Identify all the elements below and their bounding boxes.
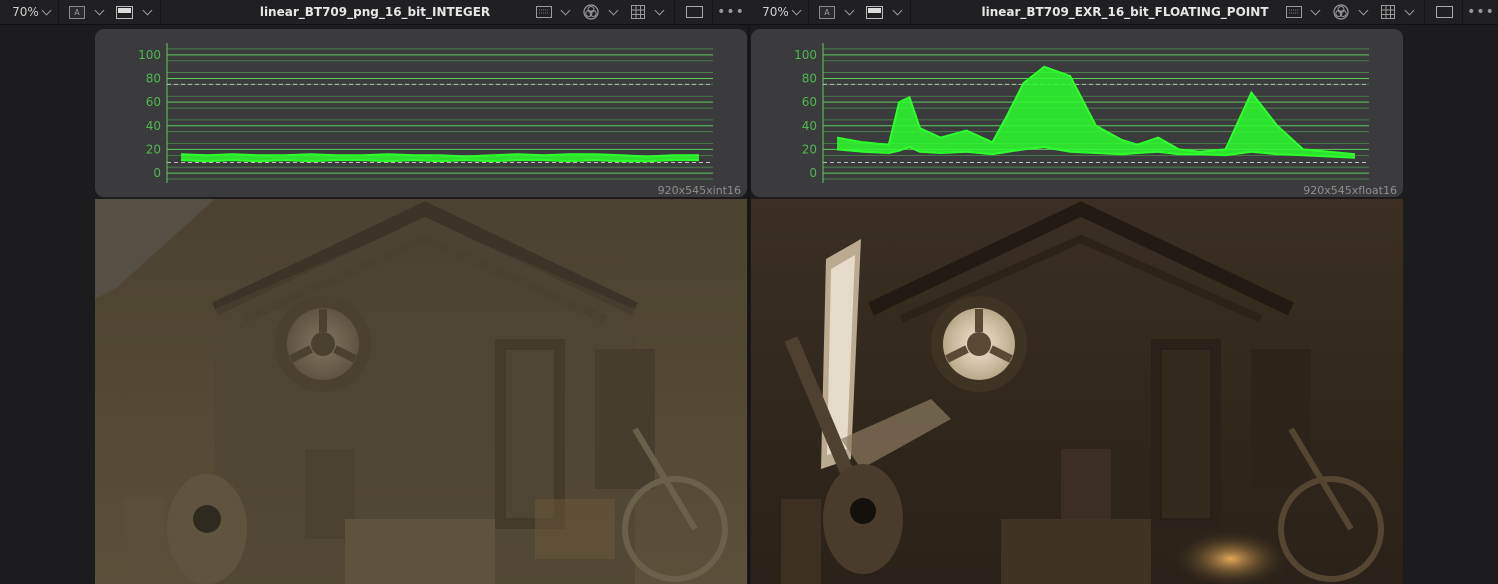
grid-icon [631, 5, 645, 19]
scope-button[interactable] [534, 0, 554, 24]
chevron-down-icon [142, 5, 152, 15]
chevron-down-icon [560, 5, 570, 15]
y-tick-label: 40 [146, 119, 161, 133]
clip-title-text: linear_BT709_png_16_bit_INTEGER [259, 5, 491, 19]
more-options-icon: ••• [1467, 4, 1495, 20]
viewer-mode-button[interactable] [112, 0, 136, 24]
chevron-down-icon [608, 5, 618, 15]
image-viewer-left[interactable] [95, 199, 747, 584]
grid-button[interactable] [1378, 0, 1398, 24]
y-tick-label: 20 [146, 142, 161, 156]
single-view-icon [685, 6, 703, 18]
chevron-down-icon [94, 5, 104, 15]
viewer-toolbar: 70% A linear_BT709_png_16_bit_INTEGER ••… [0, 0, 1498, 25]
color-button[interactable] [1330, 0, 1352, 24]
chevron-down-icon [892, 5, 902, 15]
y-tick-label: 0 [153, 166, 161, 180]
waveform-trace-line [180, 153, 699, 158]
channel-button[interactable]: A [64, 0, 90, 24]
more-options-icon: ••• [717, 4, 745, 20]
channel-label: A [69, 5, 85, 19]
y-tick-label: 100 [138, 48, 161, 62]
viewer-mode-icon [115, 5, 133, 19]
chevron-down-icon [41, 5, 52, 15]
channel-label: A [819, 5, 835, 19]
zoom-value: 70% [12, 5, 39, 19]
y-tick-label: 20 [802, 142, 817, 156]
clip-title-text: linear_BT709_EXR_16_bit_FLOATING_POINT [981, 5, 1269, 19]
color-button[interactable] [580, 0, 602, 24]
waveform-chart: 100 80 60 40 20 0 [138, 43, 713, 183]
scope-dropdown[interactable] [558, 0, 572, 24]
waveform-icon [1286, 6, 1302, 18]
more-options-button[interactable]: ••• [1466, 0, 1496, 24]
chevron-down-icon [654, 5, 664, 15]
grid-button[interactable] [628, 0, 648, 24]
viewer-mode-icon [865, 5, 883, 19]
channel-dropdown[interactable] [92, 0, 106, 24]
single-view-icon [1435, 6, 1453, 18]
grid-icon [1381, 5, 1395, 19]
zoom-value: 70% [762, 5, 789, 19]
resolution-label: 920x545xint16 [657, 184, 741, 197]
chevron-down-icon [1358, 5, 1368, 15]
chevron-down-icon [1310, 5, 1320, 15]
y-tick-label: 60 [146, 95, 161, 109]
waveform-scope-left: 100 80 60 40 20 0 920x545xint16 [95, 29, 747, 197]
chevron-down-icon [844, 5, 854, 15]
color-dropdown[interactable] [1356, 0, 1370, 24]
chevron-down-icon [791, 5, 802, 15]
right-viewer-toolbar: 70% A linear_BT709_EXR_16_bit_FLOATING_P… [750, 0, 1498, 24]
render-image-correct [751, 199, 1403, 584]
color-wheel-icon [583, 4, 599, 20]
waveform-scope-right: 100 80 60 40 20 0 920x545xfloat16 [751, 29, 1403, 197]
clip-title: linear_BT709_png_16_bit_INTEGER [190, 0, 560, 24]
y-tick-label: 0 [809, 166, 817, 180]
y-tick-label: 80 [146, 71, 161, 85]
y-tick-label: 40 [802, 119, 817, 133]
y-tick-label: 80 [802, 71, 817, 85]
scope-button[interactable] [1284, 0, 1304, 24]
waveform-icon [536, 6, 552, 18]
single-view-button[interactable] [1432, 0, 1456, 24]
channel-button[interactable]: A [814, 0, 840, 24]
chevron-down-icon [1404, 5, 1414, 15]
color-dropdown[interactable] [606, 0, 620, 24]
resolution-label: 920x545xfloat16 [1303, 184, 1397, 197]
viewer-mode-dropdown[interactable] [140, 0, 154, 24]
waveform-chart: 100 80 60 40 20 0 [794, 43, 1369, 183]
image-viewer-right[interactable] [751, 199, 1403, 584]
clip-title: linear_BT709_EXR_16_bit_FLOATING_POINT [940, 0, 1310, 24]
channel-dropdown[interactable] [842, 0, 856, 24]
more-options-button[interactable]: ••• [716, 0, 746, 24]
viewer-divider [748, 24, 750, 584]
single-view-button[interactable] [682, 0, 706, 24]
viewer-mode-button[interactable] [862, 0, 886, 24]
render-image-washed [95, 199, 747, 584]
left-viewer-toolbar: 70% A linear_BT709_png_16_bit_INTEGER ••… [0, 0, 748, 24]
scope-dropdown[interactable] [1308, 0, 1322, 24]
grid-dropdown[interactable] [652, 0, 666, 24]
viewer-mode-dropdown[interactable] [890, 0, 904, 24]
y-tick-label: 60 [802, 95, 817, 109]
zoom-dropdown[interactable]: 70% [758, 0, 804, 24]
y-tick-label: 100 [794, 48, 817, 62]
color-wheel-icon [1333, 4, 1349, 20]
grid-dropdown[interactable] [1402, 0, 1416, 24]
zoom-dropdown[interactable]: 70% [8, 0, 54, 24]
